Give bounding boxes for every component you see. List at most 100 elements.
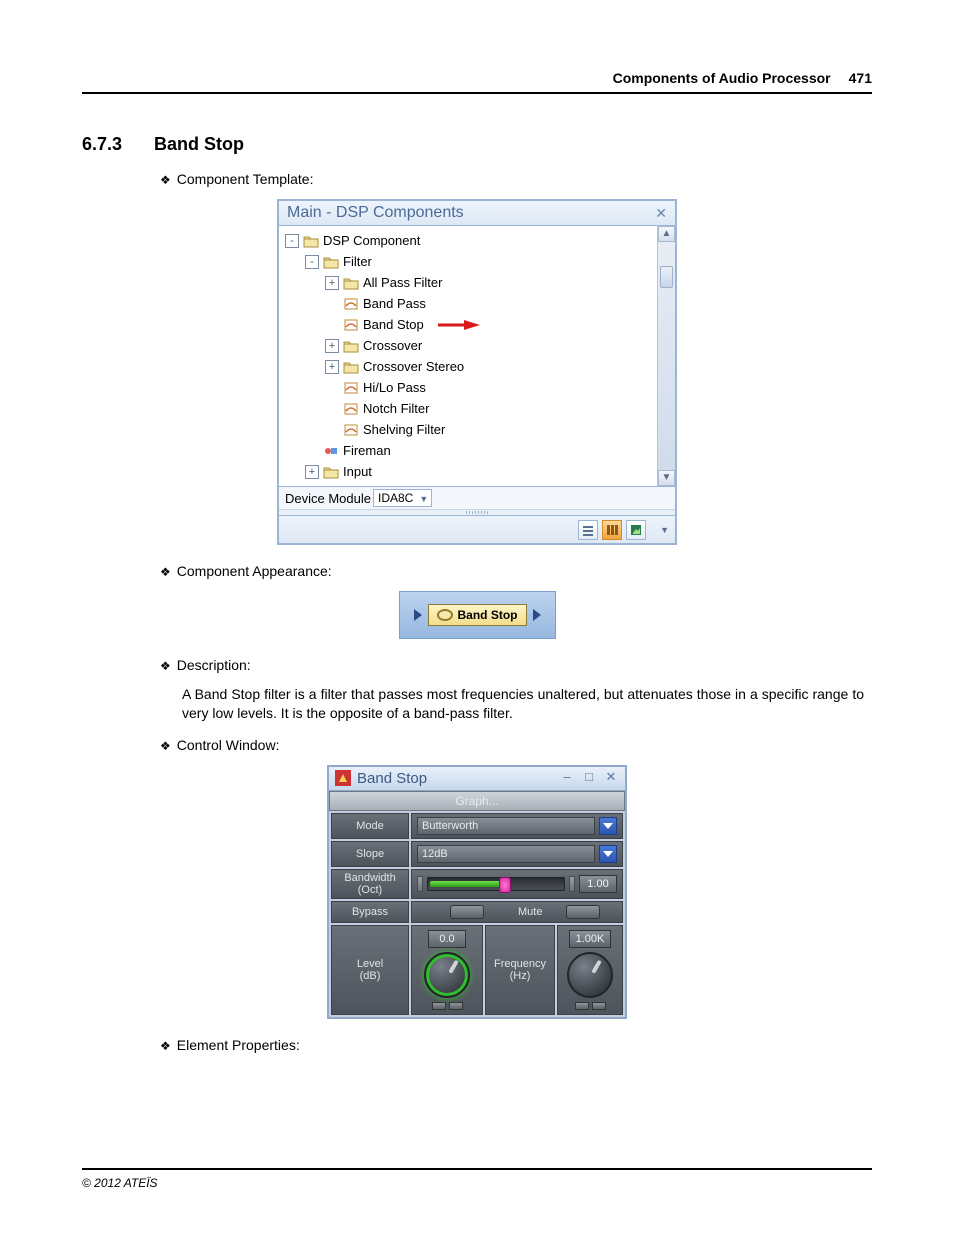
- scrollbar[interactable]: ▲ ▼: [657, 226, 675, 486]
- description-text: A Band Stop filter is a filter that pass…: [182, 685, 864, 723]
- toolbar-chevron-down-icon[interactable]: ▼: [660, 525, 669, 535]
- bandwidth-label: Bandwidth (Oct): [331, 869, 409, 899]
- frequency-value[interactable]: 1.00K: [569, 930, 612, 948]
- tree-item-label: Band Stop: [363, 317, 424, 332]
- bandwidth-slider[interactable]: [427, 877, 565, 891]
- bullet-label: Description:: [177, 657, 251, 673]
- toolbar-preview-icon[interactable]: [626, 520, 646, 540]
- control-title: Band Stop: [357, 770, 553, 787]
- chevron-down-icon[interactable]: [599, 845, 617, 863]
- tree-item-label: Shelving Filter: [363, 422, 445, 437]
- tree-item[interactable]: +All Pass Filter: [285, 272, 655, 293]
- app-icon: [335, 770, 351, 786]
- bullet-description: ❖ Description:: [160, 657, 872, 675]
- maximize-icon[interactable]: □: [581, 771, 597, 785]
- filter-leaf-icon: [343, 402, 359, 416]
- bullet-icon: ❖: [160, 737, 171, 755]
- expand-icon[interactable]: +: [325, 339, 339, 353]
- tree-item-label: Hi/Lo Pass: [363, 380, 426, 395]
- tree-spacer: [325, 381, 339, 395]
- window-title: Main - DSP Components: [287, 204, 464, 222]
- chevron-down-icon[interactable]: [599, 817, 617, 835]
- level-knob[interactable]: [424, 952, 470, 998]
- level-value[interactable]: 0.0: [428, 930, 466, 948]
- component-box[interactable]: Band Stop: [428, 604, 527, 626]
- bandwidth-value[interactable]: 1.00: [579, 875, 617, 893]
- tree-item[interactable]: Band Stop: [285, 314, 655, 335]
- scroll-up-icon[interactable]: ▲: [658, 226, 675, 242]
- tree-item[interactable]: Shelving Filter: [285, 419, 655, 440]
- tree-spacer: [305, 444, 319, 458]
- page-footer: © 2012 ATEÏS: [82, 1168, 872, 1190]
- slope-select[interactable]: 12dB: [411, 841, 623, 867]
- tree-item[interactable]: + Crossover Stereo: [285, 356, 655, 377]
- header-title: Components of Audio Processor: [613, 70, 831, 86]
- scroll-thumb[interactable]: [660, 266, 673, 288]
- slope-label: Slope: [331, 841, 409, 867]
- bullet-label: Component Template:: [177, 171, 314, 187]
- minimize-icon[interactable]: –: [559, 771, 575, 785]
- bullet-component-appearance: ❖ Component Appearance:: [160, 563, 872, 581]
- tree-item[interactable]: Hi/Lo Pass: [285, 377, 655, 398]
- component-tree[interactable]: -DSP Component-Filter+All Pass FilterBan…: [279, 226, 657, 486]
- collapse-icon[interactable]: -: [305, 255, 319, 269]
- slider-tick: [417, 876, 423, 892]
- level-nudge-down[interactable]: [432, 1002, 446, 1010]
- bullet-label: Element Properties:: [177, 1037, 300, 1053]
- filter-leaf-icon: [343, 297, 359, 311]
- expand-icon[interactable]: +: [325, 276, 339, 290]
- device-module-select[interactable]: IDA8C ▼: [373, 489, 432, 507]
- tree-item[interactable]: - Filter: [285, 251, 655, 272]
- slope-value: 12dB: [422, 848, 448, 860]
- toolbar-list-icon[interactable]: [578, 520, 598, 540]
- expand-icon[interactable]: +: [305, 465, 319, 479]
- graph-button[interactable]: Graph...: [329, 791, 625, 811]
- chevron-down-icon: ▼: [419, 494, 428, 504]
- mode-label: Mode: [331, 813, 409, 839]
- level-knob-area: 0.0: [411, 925, 483, 1015]
- tree-item[interactable]: Fireman: [285, 440, 655, 461]
- close-icon[interactable]: ✕: [603, 771, 619, 785]
- bullet-label: Control Window:: [177, 737, 280, 753]
- frequency-knob[interactable]: [567, 952, 613, 998]
- toolbar-columns-icon[interactable]: [602, 520, 622, 540]
- close-icon[interactable]: ✕: [655, 205, 667, 222]
- bullet-element-properties: ❖ Element Properties:: [160, 1037, 872, 1055]
- tree-item-label: Filter: [343, 254, 372, 269]
- frequency-nudge-down[interactable]: [575, 1002, 589, 1010]
- device-module-label: Device Module: [285, 491, 371, 506]
- tree-item[interactable]: + Input: [285, 461, 655, 482]
- tree-item[interactable]: -DSP Component: [285, 230, 655, 251]
- window-toolbar: ▼: [279, 515, 675, 543]
- tree-item-label: Input: [343, 464, 372, 479]
- slider-thumb[interactable]: [499, 877, 511, 893]
- bullet-icon: ❖: [160, 563, 171, 581]
- bandwidth-control[interactable]: 1.00: [411, 869, 623, 899]
- tree-item[interactable]: Band Pass: [285, 293, 655, 314]
- tree-item[interactable]: Inverter: [285, 482, 655, 486]
- control-titlebar: Band Stop – □ ✕: [329, 767, 625, 791]
- window-titlebar: Main - DSP Components ✕: [279, 201, 675, 226]
- expand-icon[interactable]: +: [325, 360, 339, 374]
- section-title: Band Stop: [154, 134, 244, 155]
- bullet-component-template: ❖ Component Template:: [160, 171, 872, 189]
- output-port-icon[interactable]: [533, 609, 541, 621]
- mute-toggle[interactable]: [566, 905, 600, 919]
- collapse-icon[interactable]: -: [285, 234, 299, 248]
- tree-item-label: Crossover Stereo: [363, 359, 464, 374]
- bypass-label: Bypass: [331, 901, 409, 923]
- mode-select[interactable]: Butterworth: [411, 813, 623, 839]
- tree-item[interactable]: Notch Filter: [285, 398, 655, 419]
- frequency-nudge-up[interactable]: [592, 1002, 606, 1010]
- bullet-icon: ❖: [160, 657, 171, 675]
- filter-leaf-icon: [343, 318, 359, 332]
- level-label: Level (dB): [331, 925, 409, 1015]
- level-nudge-up[interactable]: [449, 1002, 463, 1010]
- scroll-down-icon[interactable]: ▼: [658, 470, 675, 486]
- folder-icon: [323, 465, 339, 479]
- tree-item[interactable]: + Crossover: [285, 335, 655, 356]
- tree-item-label: Crossover: [363, 338, 422, 353]
- bypass-toggle[interactable]: [450, 905, 484, 919]
- dsp-components-window: Main - DSP Components ✕ -DSP Component-F…: [277, 199, 677, 545]
- input-port-icon[interactable]: [414, 609, 422, 621]
